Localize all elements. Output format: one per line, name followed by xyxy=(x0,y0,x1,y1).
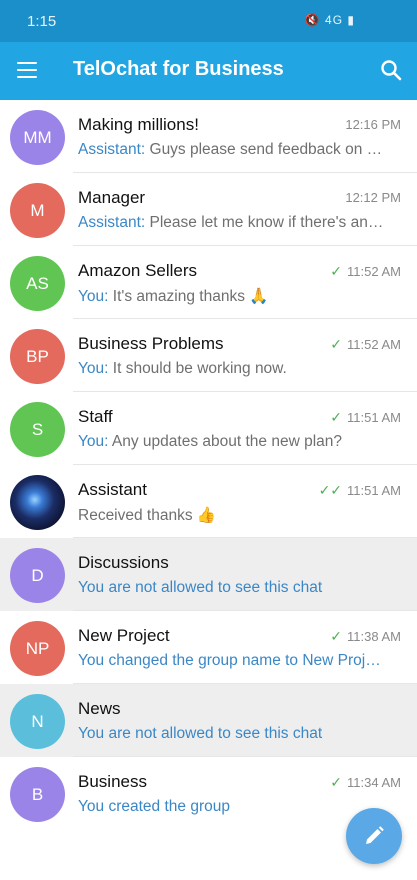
chat-meta: ✓ 11:51 AM xyxy=(330,409,401,426)
double-check-icon: ✓✓ xyxy=(318,482,343,498)
chat-preview: You are not allowed to see this chat xyxy=(78,725,385,743)
preview-message: It should be working now. xyxy=(108,360,287,377)
chat-preview: You are not allowed to see this chat xyxy=(78,579,385,597)
chat-row[interactable]: AS Amazon Sellers ✓ 11:52 AM You: It's amazi… xyxy=(0,246,417,319)
chat-meta: ✓ 11:52 AM xyxy=(330,336,401,353)
chat-name: Manager xyxy=(78,188,146,207)
preview-message: Any updates about the new plan? xyxy=(108,433,343,450)
chat-name: Amazon Sellers xyxy=(78,261,198,280)
chat-row[interactable]: NP New Project ✓ 11:38 AM You changed the gr… xyxy=(0,611,417,684)
app-title: TelOchat for Business xyxy=(73,58,284,80)
chat-name: Assistant xyxy=(78,480,147,499)
status-indicators: 🔇 4G ▮ xyxy=(304,13,355,27)
chat-time: 11:51 AM xyxy=(347,410,401,425)
check-icon: ✓ xyxy=(330,628,343,644)
chat-meta: ✓✓ 11:51 AM xyxy=(319,482,401,499)
preview-sender: Assistant: xyxy=(78,141,146,158)
chat-time: 11:38 AM xyxy=(347,629,401,644)
chat-row[interactable]: BP Business Problems ✓ 11:52 AM You: It shou… xyxy=(0,319,417,392)
chat-preview: Assistant: Guys please send feedback on … xyxy=(78,141,385,159)
chat-time: 11:34 AM xyxy=(347,775,401,790)
chat-preview: You: It's amazing thanks 🙏 xyxy=(78,287,385,306)
chat-time: 11:52 AM xyxy=(347,337,401,352)
compose-button[interactable] xyxy=(346,808,402,864)
status-bar: 1:15 🔇 4G ▮ xyxy=(0,0,417,42)
avatar: M xyxy=(10,183,65,238)
chat-name: Business xyxy=(78,772,147,791)
chat-name: Staff xyxy=(78,407,113,426)
avatar: B xyxy=(10,767,65,822)
preview-message: It's amazing thanks 🙏 xyxy=(108,288,269,305)
preview-sender: Assistant: xyxy=(78,214,146,231)
chat-preview: Assistant: Please let me know if there's… xyxy=(78,214,385,232)
preview-sender: You: xyxy=(78,360,109,377)
app-bar: TelOchat for Business xyxy=(0,42,417,100)
avatar: S xyxy=(10,402,65,457)
preview-message: Please let me know if there's anything..… xyxy=(149,214,386,231)
chat-time: 11:52 AM xyxy=(347,264,401,279)
preview-message: Received thanks 👍 xyxy=(78,507,217,524)
chat-row[interactable]: N News You are not allowed to see this cha… xyxy=(0,684,417,757)
chat-preview: You created the group xyxy=(78,798,385,816)
chat-row[interactable]: MM Making millions! 12:16 PM Assistant: Guy… xyxy=(0,100,417,173)
avatar: MM xyxy=(10,110,65,165)
chat-meta: 12:16 PM xyxy=(345,117,401,132)
preview-message: You changed the group name to New Projec… xyxy=(78,652,385,669)
pencil-icon xyxy=(366,826,384,844)
avatar: BP xyxy=(10,329,65,384)
search-icon[interactable] xyxy=(379,58,403,82)
check-icon: ✓ xyxy=(330,336,343,352)
chat-name: Discussions xyxy=(78,553,169,572)
avatar: NP xyxy=(10,621,65,676)
chat-name: Business Problems xyxy=(78,334,224,353)
chat-meta: ✓ 11:52 AM xyxy=(330,263,401,280)
chat-preview: Received thanks 👍 xyxy=(78,506,385,525)
chat-name: News xyxy=(78,699,121,718)
chat-meta: ✓ 11:34 AM xyxy=(330,774,401,791)
avatar-photo xyxy=(10,475,65,530)
chat-row[interactable]: S Staff ✓ 11:51 AM You: Any updates about th… xyxy=(0,392,417,465)
chat-meta: ✓ 11:38 AM xyxy=(330,628,401,645)
chat-preview: You changed the group name to New Projec… xyxy=(78,652,385,670)
check-icon: ✓ xyxy=(330,774,343,790)
chat-row[interactable]: Assistant ✓✓ 11:51 AM Received thanks 👍 xyxy=(0,465,417,538)
check-icon: ✓ xyxy=(330,409,343,425)
chat-preview: You: It should be working now. xyxy=(78,360,385,378)
chat-preview: You: Any updates about the new plan? xyxy=(78,433,385,451)
chat-name: Making millions! xyxy=(78,115,199,134)
preview-message: You are not allowed to see this chat xyxy=(78,725,323,742)
avatar: D xyxy=(10,548,65,603)
chat-name: New Project xyxy=(78,626,170,645)
chat-time: 12:16 PM xyxy=(345,117,401,132)
chat-list: MM Making millions! 12:16 PM Assistant: Guy… xyxy=(0,100,417,830)
avatar: N xyxy=(10,694,65,749)
check-icon: ✓ xyxy=(330,263,343,279)
chat-meta: 12:12 PM xyxy=(345,190,401,205)
chat-row[interactable]: M Manager 12:12 PM Assistant: Please let me… xyxy=(0,173,417,246)
preview-sender: You: xyxy=(78,288,109,305)
chat-time: 12:12 PM xyxy=(345,190,401,205)
preview-message: You created the group xyxy=(78,798,230,815)
chat-time: 11:51 AM xyxy=(347,483,401,498)
chat-row[interactable]: D Discussions You are not allowed to see t… xyxy=(0,538,417,611)
preview-message: You are not allowed to see this chat xyxy=(78,579,323,596)
hamburger-menu-icon[interactable] xyxy=(17,62,39,80)
status-time: 1:15 xyxy=(27,13,57,30)
preview-sender: You: xyxy=(78,433,109,450)
avatar: AS xyxy=(10,256,65,311)
preview-message: Guys please send feedback on the latest.… xyxy=(149,141,386,158)
